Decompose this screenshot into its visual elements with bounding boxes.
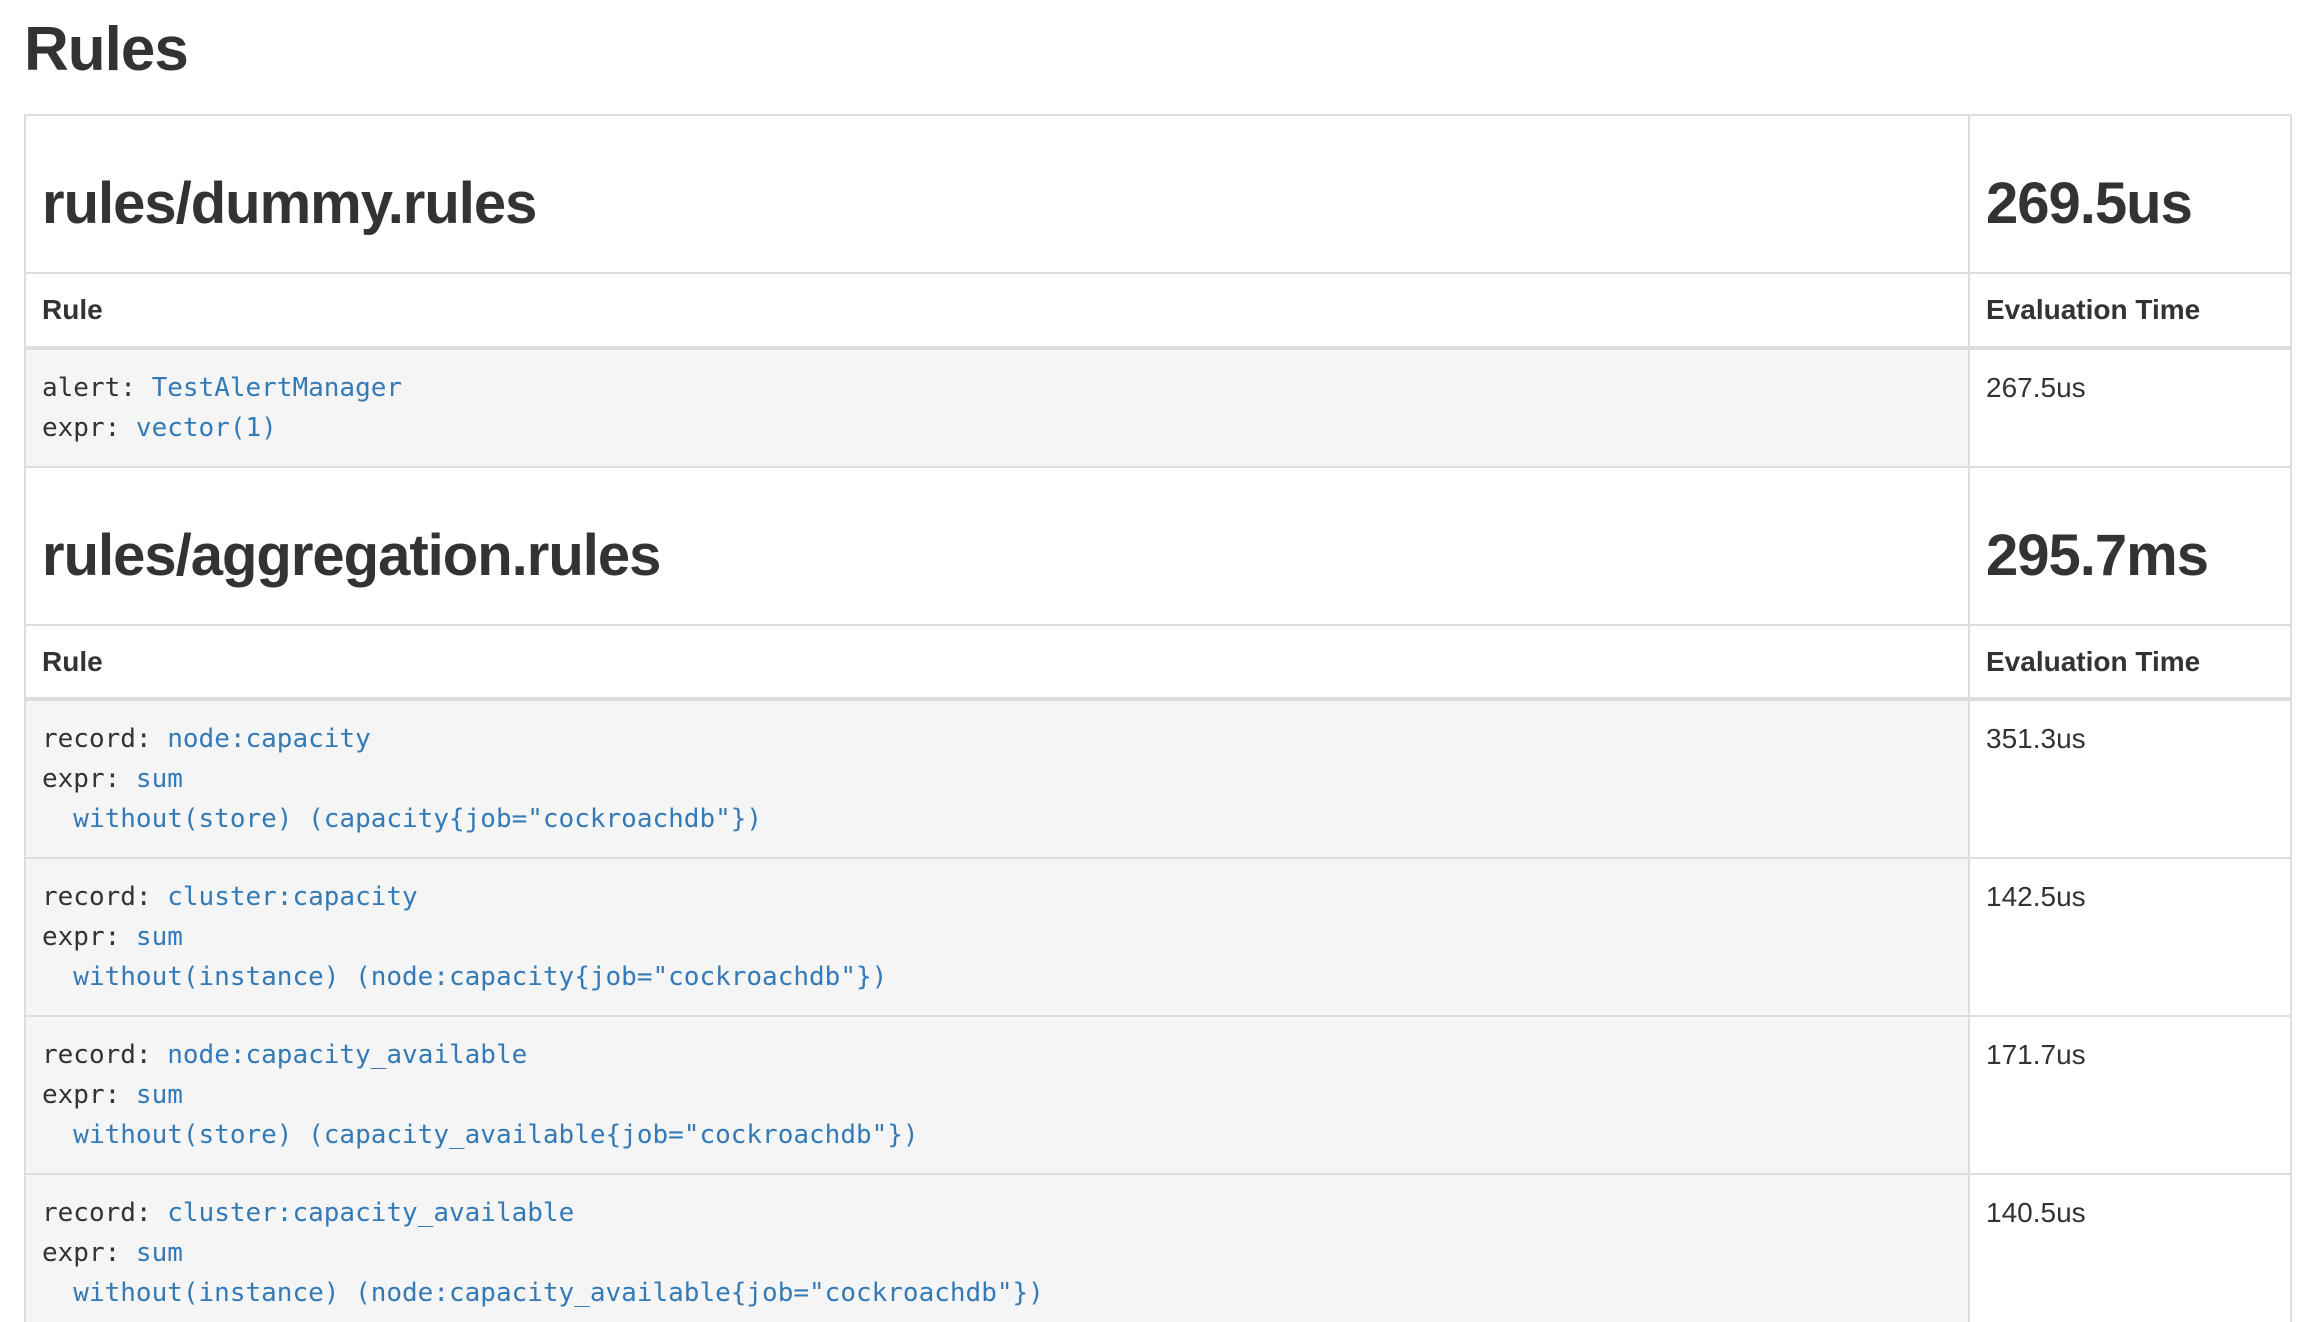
- rule-group-header-row: rules/dummy.rules 269.5us: [25, 115, 2291, 273]
- rule-link[interactable]: sum without(store) (capacity{job="cockro…: [42, 764, 762, 834]
- rule-definition: record: node:capacity expr: sum without(…: [42, 719, 1952, 839]
- rule-row: alert: TestAlertManager expr: vector(1)2…: [25, 348, 2291, 467]
- rule-definition: record: cluster:capacity_available expr:…: [42, 1193, 1952, 1313]
- rule-definition: alert: TestAlertManager expr: vector(1): [42, 368, 1952, 448]
- rule-link[interactable]: sum without(store) (capacity_available{j…: [42, 1080, 919, 1150]
- rule-field-key: record:: [42, 1040, 167, 1070]
- rule-field-key: record:: [42, 882, 167, 912]
- rule-field-key: expr:: [42, 764, 136, 794]
- rule-group-file-cell: rules/dummy.rules: [25, 115, 1969, 273]
- rule-column-header: Rule: [25, 625, 1969, 700]
- rule-group-eval-total-cell: 269.5us: [1969, 115, 2291, 273]
- columns-header-row: RuleEvaluation Time: [25, 625, 2291, 700]
- rule-group-name: rules/aggregation.rules: [42, 524, 1952, 588]
- rule-cell: alert: TestAlertManager expr: vector(1): [25, 348, 1969, 467]
- rules-page: Rules rules/dummy.rules269.5usRuleEvalua…: [0, 0, 2316, 1322]
- rule-field-key: expr:: [42, 1238, 136, 1268]
- rule-field-key: alert:: [42, 373, 152, 403]
- evaluation-time-column-header: Evaluation Time: [1969, 625, 2291, 700]
- rule-evaluation-time: 351.3us: [1969, 699, 2291, 858]
- rule-cell: record: cluster:capacity expr: sum witho…: [25, 858, 1969, 1016]
- rule-group-eval-total: 269.5us: [1986, 172, 2274, 236]
- rule-definition: record: node:capacity_available expr: su…: [42, 1035, 1952, 1155]
- rules-table: rules/dummy.rules269.5usRuleEvaluation T…: [24, 114, 2292, 1322]
- rule-row: record: node:capacity expr: sum without(…: [25, 699, 2291, 858]
- rule-link[interactable]: TestAlertManager: [152, 373, 402, 403]
- rule-column-header: Rule: [25, 273, 1969, 348]
- rule-link[interactable]: vector(1): [136, 413, 277, 443]
- columns-header-row: RuleEvaluation Time: [25, 273, 2291, 348]
- rule-group-name: rules/dummy.rules: [42, 172, 1952, 236]
- rule-evaluation-time: 267.5us: [1969, 348, 2291, 467]
- rule-group-header-row: rules/aggregation.rules 295.7ms: [25, 467, 2291, 625]
- rule-row: record: node:capacity_available expr: su…: [25, 1016, 2291, 1174]
- page-title: Rules: [24, 14, 2292, 85]
- rule-group-eval-total: 295.7ms: [1986, 524, 2274, 588]
- rule-definition: record: cluster:capacity expr: sum witho…: [42, 877, 1952, 997]
- rule-row: record: cluster:capacity_available expr:…: [25, 1174, 2291, 1322]
- rule-evaluation-time: 142.5us: [1969, 858, 2291, 1016]
- rules-table-body: rules/dummy.rules269.5usRuleEvaluation T…: [25, 115, 2291, 1322]
- rule-field-key: expr:: [42, 922, 136, 952]
- rule-link[interactable]: cluster:capacity: [167, 882, 417, 912]
- rule-group-eval-total-cell: 295.7ms: [1969, 467, 2291, 625]
- rule-field-key: record:: [42, 724, 167, 754]
- rule-group-file-cell: rules/aggregation.rules: [25, 467, 1969, 625]
- rule-cell: record: node:capacity expr: sum without(…: [25, 699, 1969, 858]
- rule-evaluation-time: 171.7us: [1969, 1016, 2291, 1174]
- rule-cell: record: cluster:capacity_available expr:…: [25, 1174, 1969, 1322]
- rule-link[interactable]: node:capacity: [167, 724, 371, 754]
- rule-row: record: cluster:capacity expr: sum witho…: [25, 858, 2291, 1016]
- rule-field-key: expr:: [42, 1080, 136, 1110]
- rule-field-key: record:: [42, 1198, 167, 1228]
- rule-evaluation-time: 140.5us: [1969, 1174, 2291, 1322]
- evaluation-time-column-header: Evaluation Time: [1969, 273, 2291, 348]
- rule-link[interactable]: sum without(instance) (node:capacity_ava…: [42, 1238, 1044, 1308]
- rule-field-key: expr:: [42, 413, 136, 443]
- rule-cell: record: node:capacity_available expr: su…: [25, 1016, 1969, 1174]
- rule-link[interactable]: sum without(instance) (node:capacity{job…: [42, 922, 887, 992]
- rule-link[interactable]: node:capacity_available: [167, 1040, 527, 1070]
- rule-link[interactable]: cluster:capacity_available: [167, 1198, 574, 1228]
